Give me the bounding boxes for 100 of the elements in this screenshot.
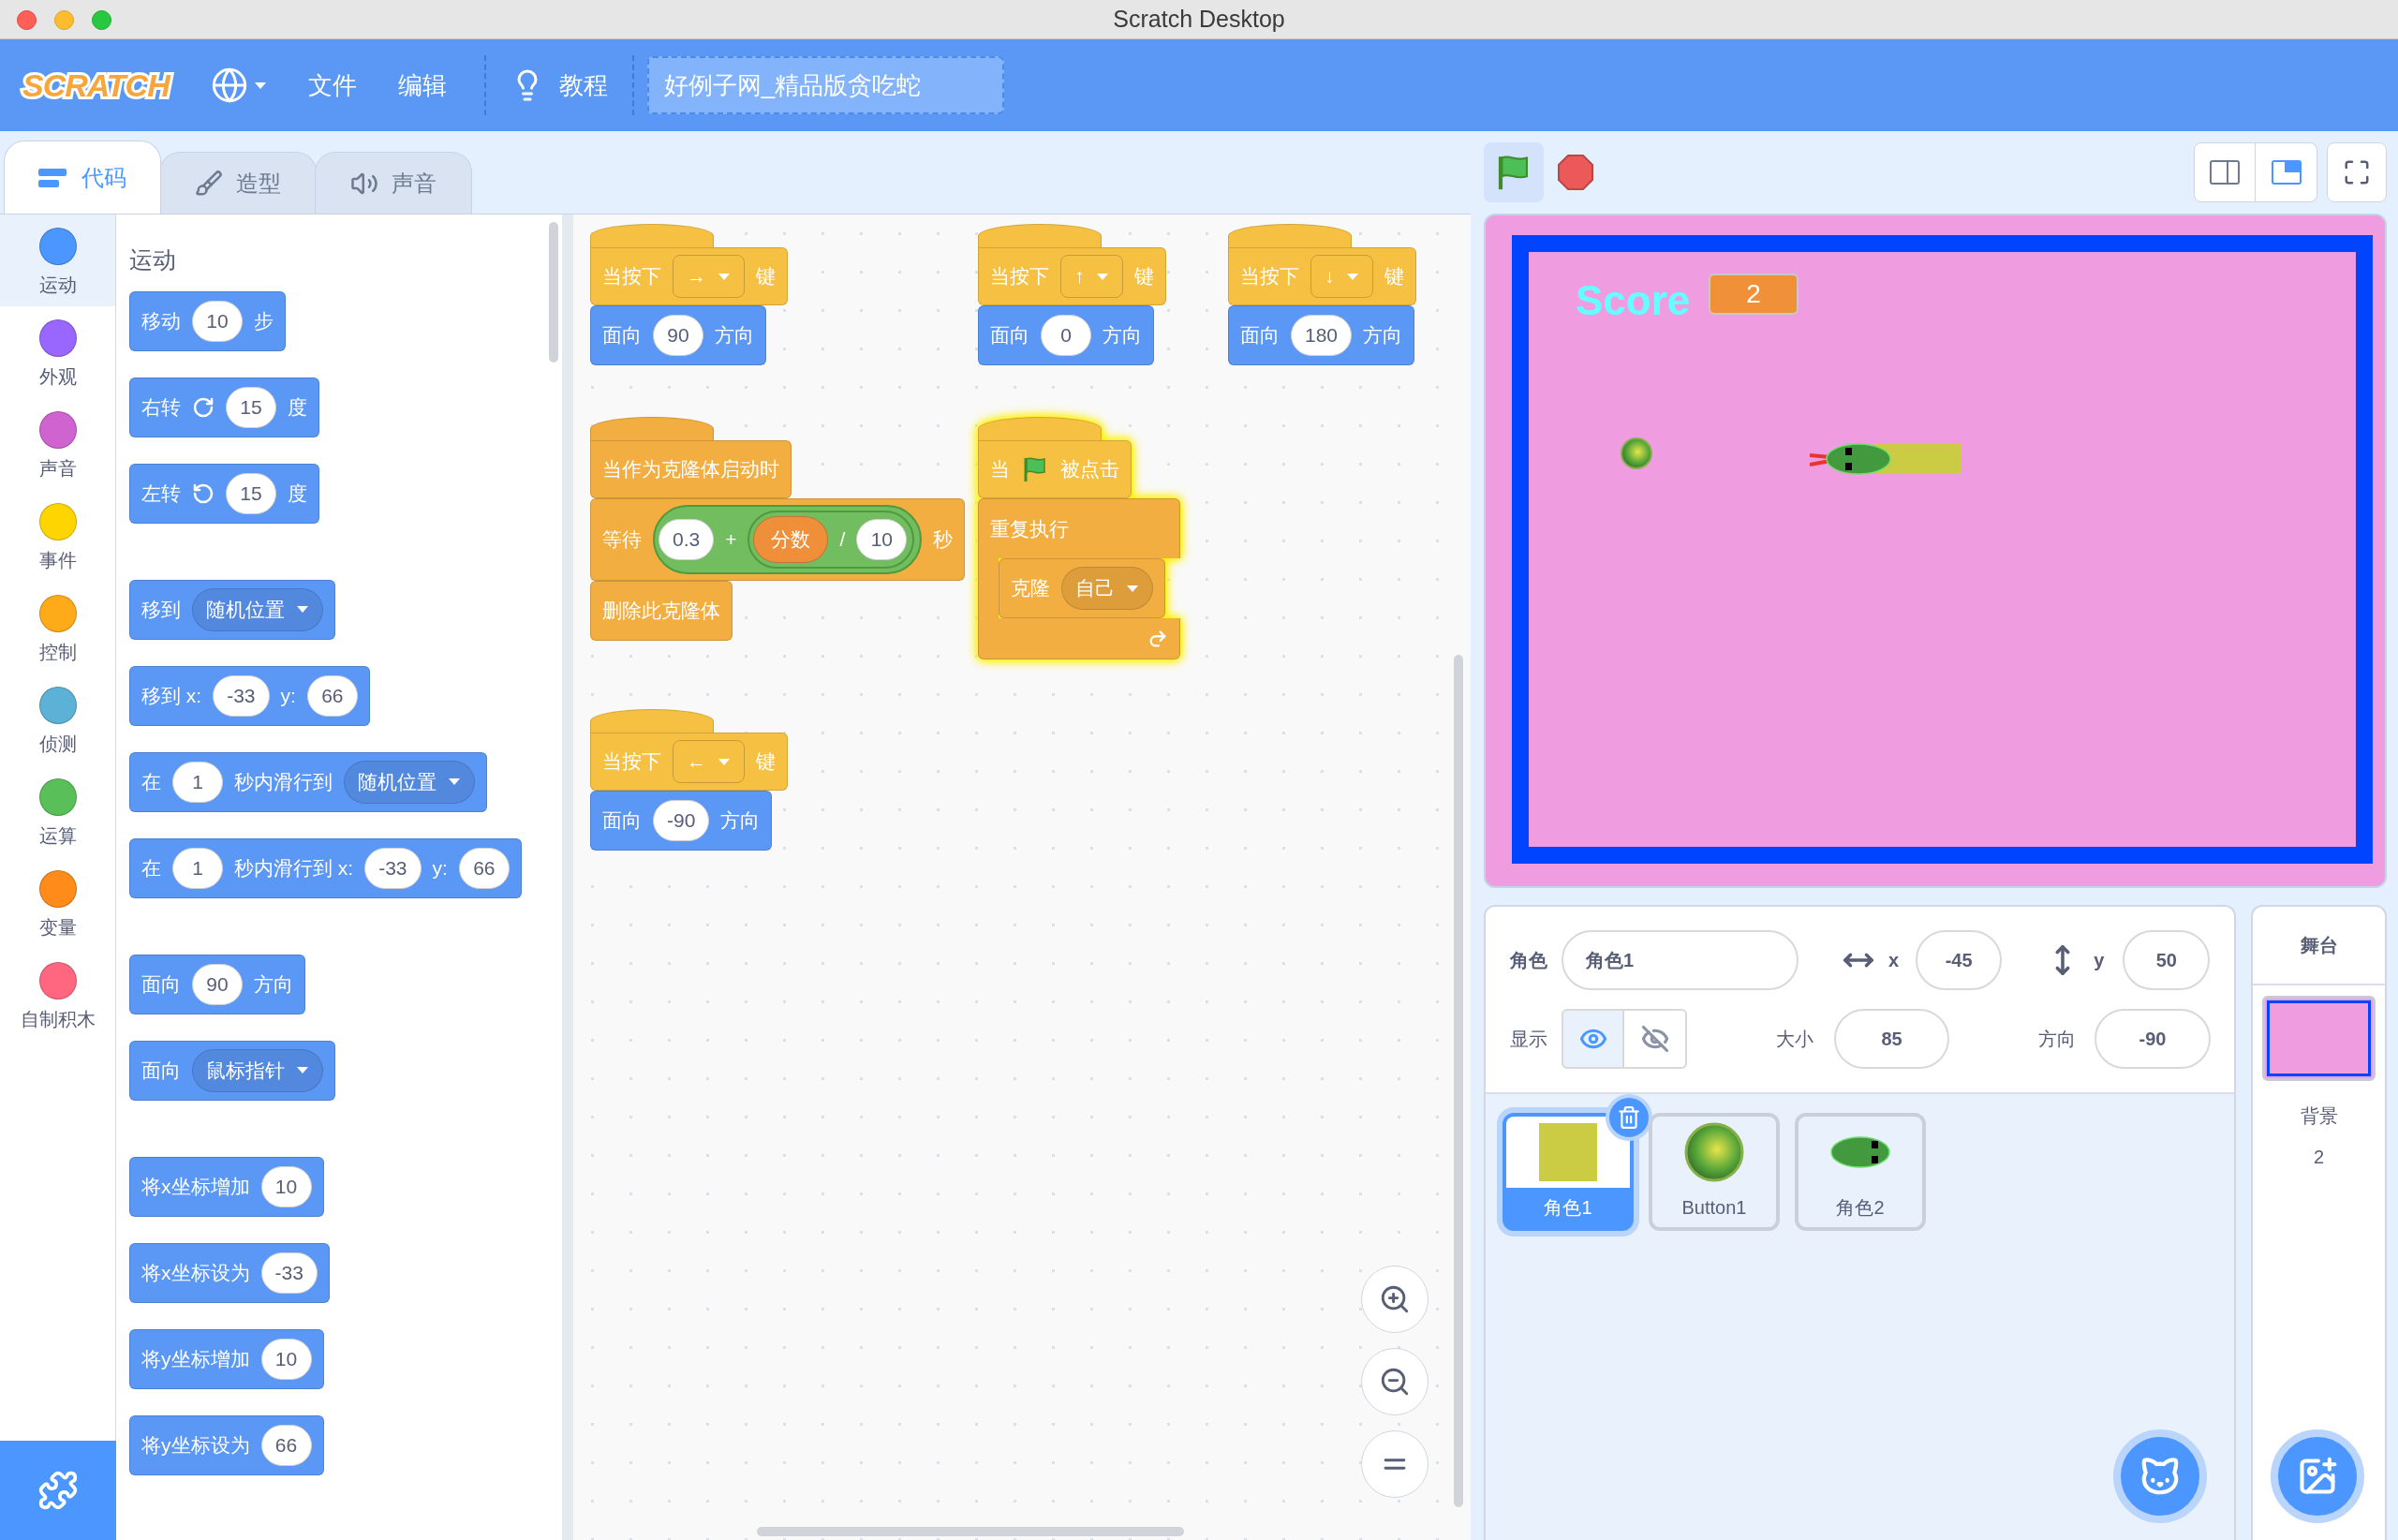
code-block[interactable]: 将y坐标设为 66 xyxy=(129,1414,324,1475)
hat-block-cap[interactable] xyxy=(590,224,714,248)
hat-block-cap[interactable] xyxy=(590,417,714,441)
code-script[interactable]: 当作为克隆体启动时 等待 0.3 + 分数 / 10 秒 删除此克隆体 xyxy=(590,417,966,641)
number-input[interactable]: -33 xyxy=(364,847,422,889)
code-block[interactable]: 等待 0.3 + 分数 / 10 秒 xyxy=(590,498,966,581)
number-input[interactable]: 10 xyxy=(260,1165,312,1207)
eye-off-icon xyxy=(1640,1025,1669,1053)
minimize-window-button[interactable] xyxy=(54,10,74,30)
scrollbar[interactable] xyxy=(1454,655,1463,1507)
number-input[interactable]: -90 xyxy=(653,800,710,841)
number-input[interactable]: 15 xyxy=(226,386,276,428)
code-block[interactable]: 面向 180 方向 xyxy=(1228,305,1415,365)
block-label: + xyxy=(725,527,737,553)
small-stage-button[interactable] xyxy=(2194,142,2256,202)
hat-block-cap[interactable] xyxy=(590,709,714,733)
editor-tab[interactable]: 声音 xyxy=(315,152,472,214)
score-value: 2 xyxy=(1709,274,1798,315)
code-block[interactable]: 面向 90 方向 xyxy=(129,954,305,1014)
scrollbar[interactable] xyxy=(757,1527,1184,1536)
number-input[interactable]: 90 xyxy=(192,963,243,1005)
code-script[interactable]: 当按下 ↑ 键 面向 0 方向 xyxy=(978,224,1166,365)
y-field[interactable]: 50 xyxy=(2123,930,2211,990)
category-item[interactable]: 运算 xyxy=(0,765,115,857)
number-input[interactable]: 10 xyxy=(192,300,243,342)
code-block[interactable]: 面向 90 方向 xyxy=(590,305,766,365)
number-input[interactable]: 66 xyxy=(306,674,358,717)
category-item[interactable]: 声音 xyxy=(0,398,115,490)
number-input[interactable]: -33 xyxy=(260,1251,318,1294)
code-script[interactable]: 当按下 → 键 面向 90 方向 xyxy=(590,224,788,365)
code-block[interactable]: 左转 15 度 xyxy=(129,463,319,524)
block-label: 当按下 xyxy=(602,749,661,775)
fullscreen-button[interactable] xyxy=(2327,142,2387,202)
close-window-button[interactable] xyxy=(17,10,37,30)
code-block[interactable]: 面向 -90 方向 xyxy=(590,791,773,851)
code-block[interactable]: 面向 0 方向 xyxy=(978,305,1154,365)
block-label: 方向 xyxy=(720,808,761,834)
sprite-tile[interactable]: 角色2 xyxy=(1795,1113,1926,1231)
code-block[interactable]: 移到 x: -33 y: 66 xyxy=(129,665,370,726)
maximize-window-button[interactable] xyxy=(92,10,111,30)
run-flag-button[interactable] xyxy=(1484,142,1544,202)
dropdown[interactable]: 随机位置 xyxy=(344,760,475,804)
code-script[interactable]: 当按下 ← 键 面向 -90 方向 xyxy=(590,709,788,851)
number-input[interactable]: 0.3 xyxy=(659,519,715,560)
code-block[interactable]: 在 1 秒内滑行到 x: -33 y: 66 xyxy=(129,837,522,898)
sprite-name-field[interactable]: 角色1 xyxy=(1562,930,1798,990)
number-input[interactable]: 66 xyxy=(260,1424,312,1466)
number-input[interactable]: 0 xyxy=(1041,315,1091,356)
backdrop-thumbnail[interactable] xyxy=(2262,996,2376,1081)
block-label: 在 xyxy=(141,769,161,794)
code-block[interactable]: 移到 随机位置 xyxy=(129,579,335,640)
category-item[interactable]: 变量 xyxy=(0,857,115,949)
block-label: 左转 xyxy=(141,481,181,506)
dropdown[interactable]: 随机位置 xyxy=(192,587,323,631)
number-input[interactable]: 1 xyxy=(172,847,223,889)
code-block[interactable]: 移动 10 步 xyxy=(129,290,286,351)
operator-reporter[interactable]: 0.3 + 分数 / 10 xyxy=(653,505,923,574)
code-script[interactable]: 当按下 ↓ 键 面向 180 方向 xyxy=(1228,224,1416,365)
category-item[interactable]: 侦测 xyxy=(0,674,115,765)
x-field[interactable]: -45 xyxy=(1916,930,2003,990)
category-item[interactable]: 控制 xyxy=(0,582,115,674)
number-input[interactable]: 15 xyxy=(226,472,276,514)
dropdown[interactable]: 鼠标指针 xyxy=(192,1048,323,1092)
code-block[interactable]: 面向 鼠标指针 xyxy=(129,1040,335,1101)
category-item[interactable]: 事件 xyxy=(0,490,115,582)
category-label: 外观 xyxy=(38,365,77,389)
size-field[interactable]: 85 xyxy=(1834,1009,1949,1069)
block-label: 重复执行 xyxy=(990,516,1069,541)
number-input[interactable]: 66 xyxy=(458,847,510,889)
category-item[interactable]: 运动 xyxy=(0,215,115,306)
number-input[interactable]: -33 xyxy=(213,674,270,717)
code-block[interactable]: 将x坐标增加 10 xyxy=(129,1156,324,1217)
show-button[interactable] xyxy=(1562,1009,1624,1069)
category-label: 自制积木 xyxy=(20,1008,96,1031)
direction-field[interactable]: -90 xyxy=(2095,1009,2211,1069)
code-block[interactable]: 右转 15 度 xyxy=(129,377,319,437)
operator-reporter[interactable]: 分数 / 10 xyxy=(748,511,915,569)
normal-stage-button[interactable] xyxy=(2256,142,2317,202)
scrollbar[interactable] xyxy=(549,222,558,363)
block-label: 方向 xyxy=(715,323,754,348)
category-item[interactable]: 自制积木 xyxy=(0,949,115,1041)
number-input[interactable]: 180 xyxy=(1291,315,1353,356)
number-input[interactable]: 10 xyxy=(856,519,908,560)
block-label: 面向 xyxy=(1240,323,1280,348)
hide-button[interactable] xyxy=(1624,1009,1687,1069)
sprite-tile[interactable]: Button1 xyxy=(1649,1113,1780,1231)
code-block[interactable]: 将y坐标增加 10 xyxy=(129,1328,324,1389)
category-item[interactable]: 外观 xyxy=(0,306,115,398)
add-extension-button[interactable] xyxy=(0,1441,116,1540)
hat-block-cap[interactable] xyxy=(1228,224,1352,248)
language-menu[interactable] xyxy=(210,67,267,104)
palette-heading: 运动 xyxy=(129,245,177,274)
code-block[interactable]: 在 1 秒内滑行到 随机位置 xyxy=(129,751,487,812)
number-input[interactable]: 1 xyxy=(172,761,223,803)
hat-block-cap[interactable] xyxy=(978,417,1102,441)
code-block[interactable]: 将x坐标设为 -33 xyxy=(129,1242,330,1303)
hat-block-cap[interactable] xyxy=(978,224,1102,248)
number-input[interactable]: 90 xyxy=(653,315,703,356)
editor-tab[interactable]: 造型 xyxy=(159,152,317,214)
number-input[interactable]: 10 xyxy=(260,1338,312,1380)
